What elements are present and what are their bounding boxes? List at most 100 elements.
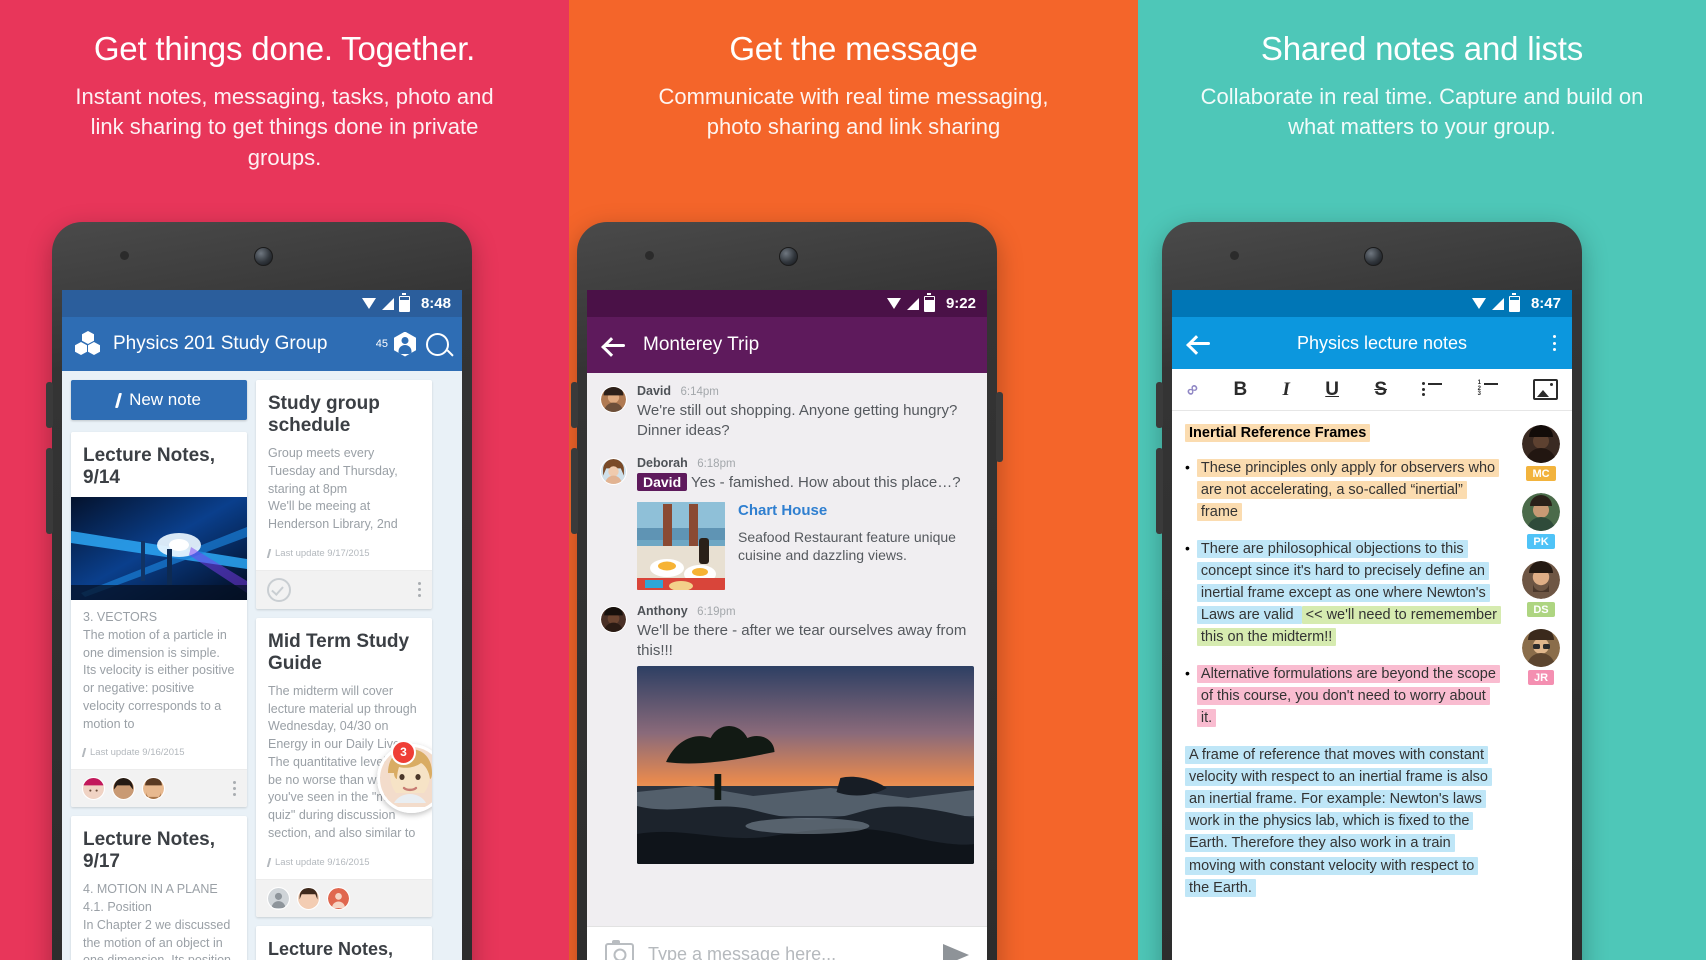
message-text: We'll be there - after we tear ourselves… [637,621,967,659]
panel-3-subhead: Collaborate in real time. Capture and bu… [1200,83,1644,140]
person-hexagon-icon[interactable] [394,331,416,357]
battery-icon [1508,292,1520,312]
phone-frame-2: 9:22 Monterey Trip David 6:14pm We're st… [571,222,1003,960]
phone-frame-3: 8:47 Physics lecture notes ∞ B I U S 123 [1156,222,1582,960]
phone-3-proximity-sensor [1230,251,1239,260]
note-bullet-text: Alternative formulations are beyond the … [1196,665,1500,728]
check-circle-icon[interactable] [267,577,291,602]
phone-3-front-camera [1364,247,1383,266]
formatting-toolbar: ∞ B I U S 123 [1172,369,1572,411]
kebab-menu-icon[interactable] [233,781,236,797]
link-preview-description: Seafood Restaurant feature unique cuisin… [738,528,956,564]
note-card[interactable]: Lecture Notes, 9/14 3. VECTORS The motio… [71,432,247,808]
message-item: Deborah 6:18pm David Yes - famished. How… [600,456,974,590]
pencil-icon [115,392,123,408]
message-author: Anthony [637,603,688,618]
link-icon[interactable]: ∞ [1181,378,1203,400]
status-bar-3: 8:47 [1172,290,1572,317]
notes-column-right: Study group schedule Group meets every T… [256,380,432,960]
bullet-list-icon[interactable] [1422,382,1443,397]
note-card-footer [71,769,247,808]
avatar-woman [297,886,320,910]
avatar-beard [142,777,165,801]
note-card[interactable]: Lecture Notes, 9/21 [256,925,432,960]
search-icon[interactable] [426,332,449,356]
collaborator-initials: PK [1527,534,1555,549]
laser-physics-lab-photo [71,497,247,601]
note-bullet: • There are philosophical objections to … [1185,538,1501,648]
underline-icon[interactable]: U [1325,380,1339,399]
message-input[interactable]: Type a message here... [648,944,929,960]
note-card[interactable]: Lecture Notes, 9/17 4. MOTION IN A PLANE… [71,816,247,960]
message-meta: David 6:14pm [637,384,974,398]
wifi-icon [361,298,377,309]
avatar-dark-hair [112,777,135,801]
avatar-anthony [600,605,627,633]
wifi-icon [886,298,902,309]
link-preview-title[interactable]: Chart House [738,502,974,519]
message-item: Anthony 6:19pm We'll be there - after we… [600,604,974,865]
back-arrow-icon[interactable] [603,334,626,357]
panel-notes: Get things done. Together. Instant notes… [0,0,569,960]
app-bar-3: Physics lecture notes [1172,317,1572,369]
kebab-menu-icon[interactable] [1553,335,1556,351]
collaborator-initials: DS [1527,602,1555,617]
bold-icon[interactable]: B [1233,380,1247,399]
status-time-2: 9:22 [945,295,976,312]
status-time-1: 8:48 [420,295,451,312]
camera-icon[interactable] [605,940,634,960]
note-card[interactable]: Study group schedule Group meets every T… [256,380,432,609]
panel-shared-notes: Shared notes and lists Collaborate in re… [1138,0,1706,960]
new-note-button[interactable]: New note [71,380,247,420]
group-title: Physics 201 Study Group [113,333,328,354]
battery-icon [398,292,410,312]
avatar-man-dark[interactable] [1522,425,1560,463]
note-bullet: • Alternative formulations are beyond th… [1185,663,1500,729]
note-paragraph: A frame of reference that moves with con… [1185,744,1498,898]
panel-1-headline: Get things done. Together. [93,30,476,67]
note-heading: Inertial Reference Frames [1185,424,1498,442]
monterey-coast-sunset-photo[interactable] [637,666,974,865]
new-note-label: New note [129,390,201,409]
cellular-signal-icon [381,297,394,310]
phone-2-volume-button [571,382,578,428]
message-time: 6:18pm [697,457,736,470]
note-bullet: • These principles only apply for observ… [1185,457,1500,523]
mention-chip[interactable]: David [637,472,688,491]
avatar-pink-hat [82,777,105,801]
strikethrough-icon[interactable]: S [1374,380,1387,399]
message-body-text: Yes - famished. How about this place…? [691,473,961,491]
phone-3-volume-button [1156,382,1163,428]
note-content[interactable]: Inertial Reference Frames • These princi… [1172,411,1510,960]
note-card[interactable]: Mid Term Study Guide The midterm will co… [256,617,432,917]
notes-board: New note Lecture Notes, 9/14 3. VECTORS … [62,371,462,960]
send-paper-plane-icon[interactable] [943,943,969,960]
phone-1-power-button [46,448,53,534]
insert-image-icon[interactable] [1532,379,1558,400]
note-card-body: Group meets every Tuesday and Thursday, … [268,446,398,532]
italic-icon[interactable]: I [1283,380,1290,399]
note-card-updated: Last update 9/16/2015 [71,741,247,769]
kebab-menu-icon[interactable] [418,582,421,598]
note-card-title: Lecture Notes, 9/21 [268,938,394,960]
avatar-man-beard[interactable] [1522,561,1560,599]
message-time: 6:19pm [697,605,736,618]
note-card-body: 3. VECTORS The motion of a particle in o… [83,610,235,731]
avatar-red [327,886,350,910]
app-bar-1: Physics 201 Study Group 45 [62,317,462,371]
avatar-man-gray [267,886,290,910]
avatar-man-glasses[interactable] [1522,629,1560,667]
avatar-man-outdoors[interactable] [1522,493,1560,531]
message-meta: Anthony 6:19pm [637,604,974,618]
link-preview-card[interactable]: Chart House Seafood Restaurant feature u… [637,501,974,590]
bullet-dot-icon: • [1185,459,1190,475]
status-bar-2: 9:22 [587,290,987,317]
note-card-body: 4. MOTION IN A PLANE 4.1. Position In Ch… [83,882,231,960]
collaborators-rail: MC PK DS JR [1510,411,1572,960]
numbered-list-icon[interactable]: 123 [1478,380,1498,397]
note-editor: Inertial Reference Frames • These princi… [1172,411,1572,960]
bullet-dot-icon: • [1185,540,1190,557]
message-item: David 6:14pm We're still out shopping. A… [600,384,974,442]
back-arrow-icon[interactable] [1188,332,1211,355]
collaborator-initials: MC [1526,466,1556,481]
